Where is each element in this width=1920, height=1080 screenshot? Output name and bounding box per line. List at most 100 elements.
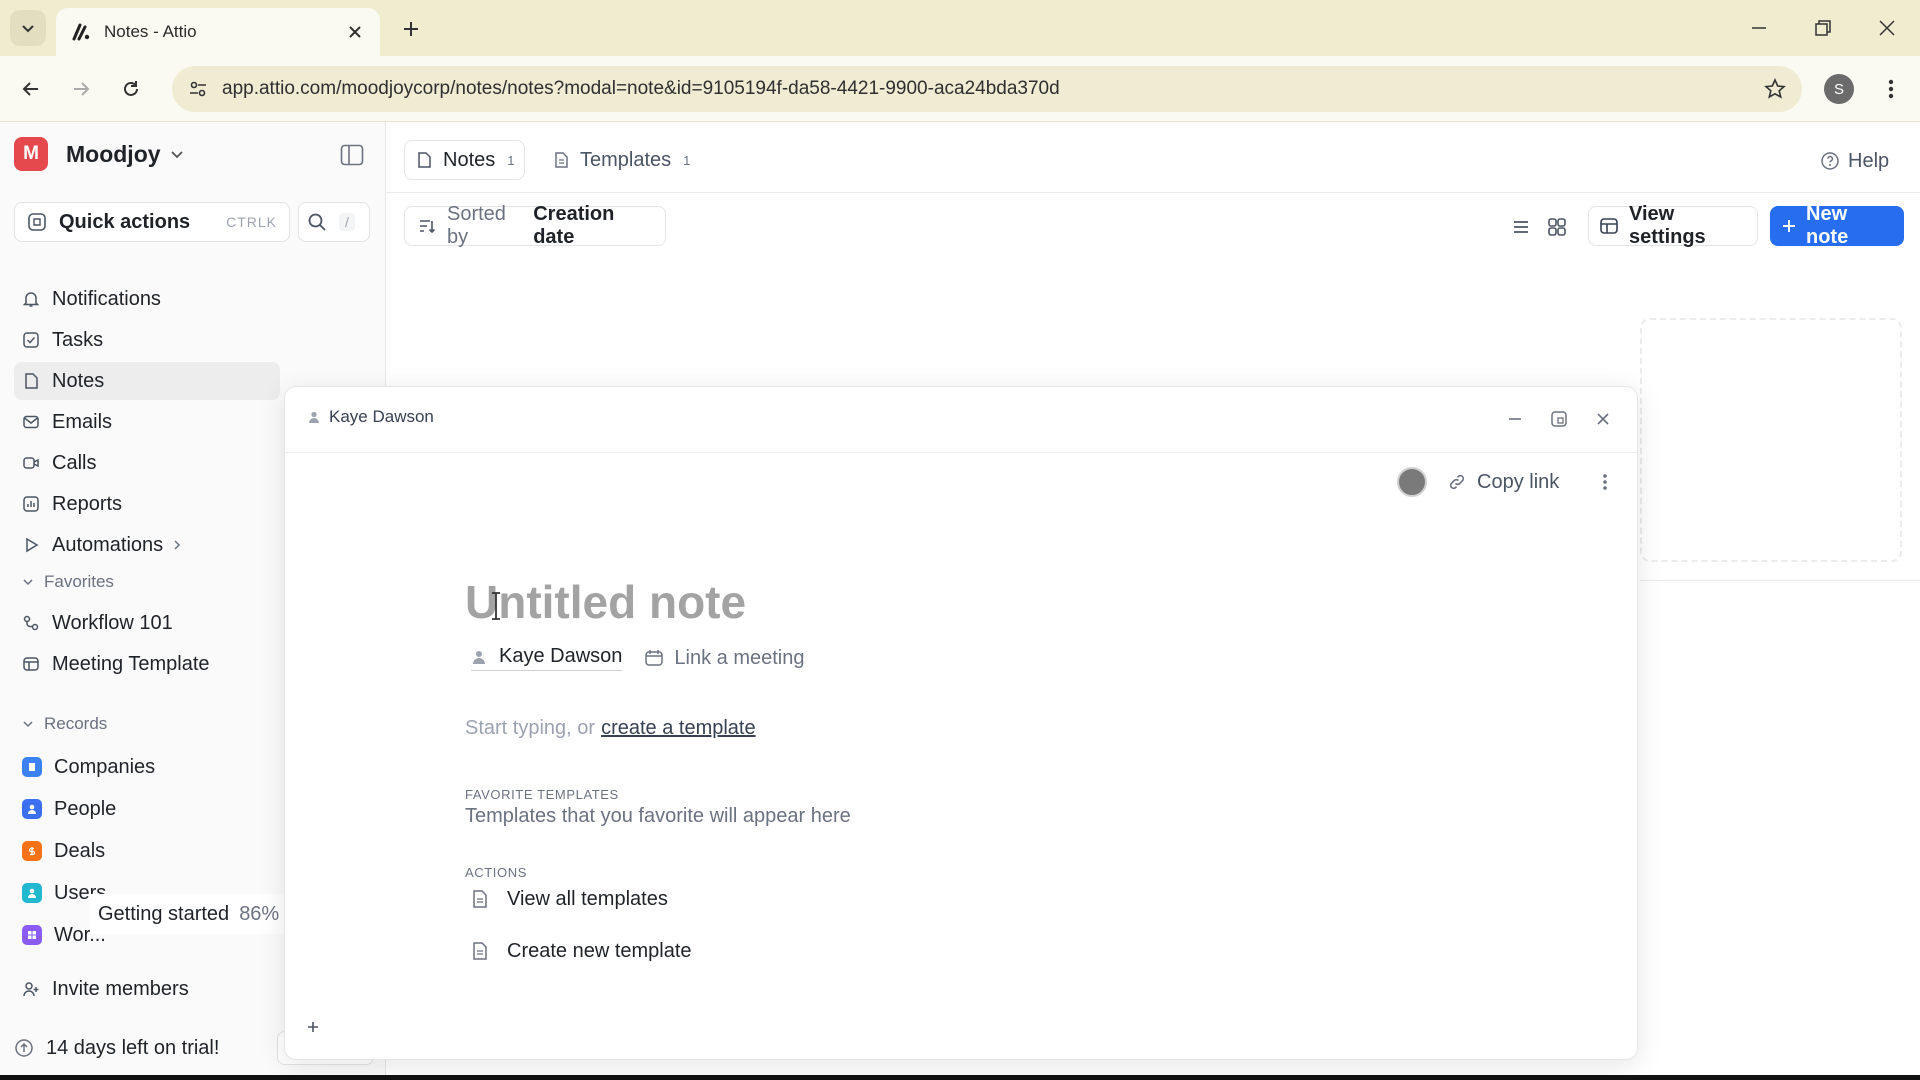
sort-prefix: Sorted by	[447, 203, 506, 248]
video-icon	[22, 454, 40, 472]
modal-breadcrumb[interactable]: Kaye Dawson	[307, 407, 434, 427]
create-template-link[interactable]: create a template	[601, 717, 756, 739]
screen-bottom-edge	[0, 1075, 1920, 1080]
mail-icon	[22, 413, 40, 431]
sidebar-item-emails[interactable]: Emails	[14, 403, 278, 441]
copy-link-button[interactable]: Copy link	[1447, 467, 1559, 497]
more-vertical-icon[interactable]	[1593, 469, 1617, 495]
site-settings-icon[interactable]	[188, 79, 208, 99]
note-title-input[interactable]: Untitled note	[465, 575, 746, 629]
collaborator-avatar[interactable]	[1397, 467, 1427, 497]
sidebar-item-label: People	[54, 797, 117, 820]
sidebar-item-label: Calls	[52, 451, 97, 474]
back-arrow-icon[interactable]	[14, 72, 48, 106]
add-user-icon	[22, 980, 40, 998]
sidebar-item-label: Automations	[52, 533, 164, 556]
tab-count: 1	[507, 152, 515, 168]
minimize-icon[interactable]	[1503, 407, 1527, 431]
records-section-toggle[interactable]: Records	[22, 712, 107, 736]
command-icon	[27, 212, 47, 232]
minimize-icon[interactable]	[1744, 14, 1774, 42]
template-doc-icon	[552, 151, 570, 169]
grid-icon	[22, 925, 42, 945]
expand-icon[interactable]	[1547, 407, 1571, 431]
building-icon	[22, 757, 42, 777]
quick-actions-button[interactable]: Quick actions CTRLK	[14, 202, 290, 242]
browser-tab-active[interactable]: Notes - Attio	[56, 8, 380, 56]
sidebar-item-meeting-template[interactable]: Meeting Template	[14, 645, 278, 683]
add-block-icon[interactable]	[303, 1017, 323, 1037]
view-all-templates-button[interactable]: View all templates	[471, 883, 668, 915]
sidebar-item-people[interactable]: People	[14, 790, 278, 828]
sidebar-item-notifications[interactable]: Notifications	[14, 280, 278, 318]
chevron-down-icon	[21, 21, 35, 35]
sidebar-item-notes[interactable]: Notes	[14, 362, 280, 400]
sidebar-item-deals[interactable]: Deals	[14, 832, 278, 870]
sidebar-item-companies[interactable]: Companies	[14, 748, 278, 786]
favorites-section-toggle[interactable]: Favorites	[22, 570, 114, 594]
grid-view-icon[interactable]	[1544, 214, 1570, 240]
sidebar-item-tasks[interactable]: Tasks	[14, 321, 278, 359]
dollar-icon	[22, 841, 42, 861]
browser-profile-avatar[interactable]: S	[1824, 74, 1854, 104]
list-view-icon[interactable]	[1508, 214, 1534, 240]
sidebar-item-label: Companies	[54, 755, 156, 778]
sidebar-item-automations[interactable]: Automations	[14, 526, 278, 564]
link-meeting-button[interactable]: Link a meeting	[644, 647, 804, 670]
plus-icon[interactable]	[396, 14, 426, 44]
window-close-icon[interactable]	[1872, 14, 1902, 42]
sort-button[interactable]: Sorted by Creation date	[404, 203, 666, 248]
tab-templates[interactable]: Templates 1	[542, 140, 700, 180]
forward-arrow-icon[interactable]	[64, 72, 98, 106]
note-author-chip[interactable]: Kaye Dawson	[471, 645, 623, 671]
getting-started-widget[interactable]: Getting started 86%	[90, 894, 288, 934]
create-new-template-button[interactable]: Create new template	[471, 935, 692, 967]
tab-notes[interactable]: Notes 1	[404, 140, 526, 180]
workspace-logo: M	[14, 137, 48, 171]
tab-count: 1	[683, 152, 691, 168]
new-note-button[interactable]: New note	[1770, 203, 1904, 248]
action-label: View all templates	[507, 887, 668, 910]
sort-value: Creation date	[533, 203, 615, 248]
note-body-placeholder[interactable]: Start typing, or create a template	[465, 717, 756, 740]
sidebar-item-calls[interactable]: Calls	[14, 444, 278, 482]
invite-members-label: Invite members	[52, 977, 189, 1000]
sidebar-toggle-icon[interactable]	[338, 142, 366, 168]
bell-icon	[22, 290, 40, 308]
workspace-switcher[interactable]: M Moodjoy	[14, 136, 185, 172]
content-divider	[1640, 580, 1920, 581]
close-icon[interactable]	[344, 21, 366, 43]
sidebar-item-label: Emails	[52, 410, 113, 433]
invite-members-button[interactable]: Invite members	[14, 970, 278, 1008]
favorite-templates-heading: FAVORITE TEMPLATES	[465, 787, 619, 802]
kebab-menu-icon[interactable]	[1876, 74, 1906, 104]
sidebar-item-label: Deals	[54, 839, 106, 862]
table-settings-icon	[1599, 216, 1619, 236]
sort-icon	[417, 216, 437, 236]
getting-started-label: Getting started	[98, 902, 230, 925]
link-icon	[1447, 472, 1467, 492]
document-icon	[415, 151, 433, 169]
help-button[interactable]: Help	[1820, 144, 1889, 178]
restore-icon[interactable]	[1808, 14, 1838, 42]
close-icon[interactable]	[1591, 407, 1615, 431]
note-modal: Kaye Dawson Copy link Untitled note Kaye…	[284, 386, 1638, 1060]
link-meeting-label: Link a meeting	[674, 646, 805, 669]
sidebar-item-label: Meeting Template	[52, 652, 210, 675]
template-icon	[22, 655, 40, 673]
sidebar-item-reports[interactable]: Reports	[14, 485, 278, 523]
view-settings-button[interactable]: View settings	[1588, 203, 1758, 248]
sidebar-item-label: Reports	[52, 492, 123, 515]
bookmark-star-icon[interactable]	[1764, 78, 1786, 100]
sidebar-item-label: Workflow 101	[52, 611, 173, 634]
sidebar-item-workflow-101[interactable]: Workflow 101	[14, 604, 278, 642]
search-icon	[307, 212, 327, 232]
address-bar[interactable]: app.attio.com/moodjoycorp/notes/notes?mo…	[172, 66, 1802, 112]
template-icon	[471, 941, 489, 961]
note-card-placeholder	[1640, 318, 1902, 562]
reload-icon[interactable]	[114, 72, 148, 106]
sidebar-search-button[interactable]: /	[298, 202, 370, 242]
tab-search-button[interactable]	[10, 10, 46, 46]
browser-toolbar: app.attio.com/moodjoycorp/notes/notes?mo…	[0, 56, 1920, 122]
chevron-down-icon	[22, 576, 34, 588]
